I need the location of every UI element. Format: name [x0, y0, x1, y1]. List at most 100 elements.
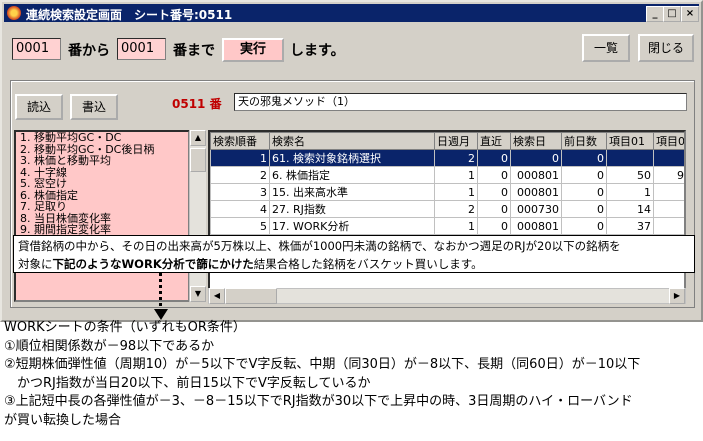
grid-cell-date[interactable]: 000730 — [510, 200, 562, 218]
method-list-item[interactable]: 3. 株価と移動平均 — [18, 155, 188, 167]
close-button[interactable]: 閉じる — [638, 34, 694, 62]
grid-cell-item2[interactable]: 50 — [653, 183, 684, 201]
grid-cell-date[interactable]: 000801 — [510, 166, 562, 184]
grid-row[interactable]: 26. 株価指定10000801050999 — [210, 166, 684, 184]
grid-column-header[interactable]: 項目01 — [606, 132, 654, 150]
grid-cell-item1[interactable] — [606, 149, 654, 167]
grid-column-header[interactable]: 検索日 — [510, 132, 562, 150]
maximize-button[interactable]: □ — [663, 6, 681, 22]
grid-cell-item1[interactable]: 37 — [606, 217, 654, 235]
grid-cell-prev[interactable]: 0 — [561, 183, 607, 201]
range-from-input[interactable]: 0001 — [12, 38, 61, 60]
method-list-item[interactable]: 7. 足取り — [18, 201, 188, 213]
grid-cell-recent[interactable]: 0 — [477, 166, 511, 184]
note-line: が買い転換した場合 — [4, 412, 122, 428]
grid-cell-date[interactable]: 000801 — [510, 183, 562, 201]
scroll-down-icon[interactable]: ▼ — [190, 286, 206, 302]
callout-line-2: 対象に下記のようなWORK分析で篩にかけた結果合格した銘柄をバスケット買いします… — [18, 255, 690, 273]
grid-cell-period[interactable]: 2 — [434, 200, 478, 218]
grid-cell-order[interactable]: 1 — [210, 149, 270, 167]
grid-cell-name[interactable]: 15. 出来高水準 — [269, 183, 435, 201]
range-to-input[interactable]: 0001 — [117, 38, 166, 60]
note-line: かつRJ指数が当日20以下、前日15以下でV字反転しているか — [4, 375, 371, 391]
grid-row[interactable]: 517. WORK分析1000080103739 — [210, 217, 684, 235]
grid-cell-date[interactable]: 000801 — [510, 217, 562, 235]
callout-line-1: 貸借銘柄の中から、その日の出来高が5万株以上、株価が1000円未満の銘柄で、なお… — [18, 239, 621, 253]
note-line: WORKシートの条件（いずれもOR条件） — [4, 320, 246, 335]
grid-cell-period[interactable]: 1 — [434, 166, 478, 184]
grid-cell-recent[interactable]: 0 — [477, 149, 511, 167]
scroll-right-icon[interactable]: ▶ — [669, 288, 685, 304]
grid-cell-recent[interactable]: 0 — [477, 200, 511, 218]
grid-column-header[interactable]: 直近 — [477, 132, 511, 150]
grid-cell-prev[interactable]: 0 — [561, 166, 607, 184]
window-title: 連続検索設定画面 シート番号:0511 — [26, 8, 233, 22]
grid-row[interactable]: 315. 出来高水準1000080101509 — [210, 183, 684, 201]
grid-cell-prev[interactable]: 0 — [561, 217, 607, 235]
grid-cell-prev[interactable]: 0 — [561, 149, 607, 167]
minimize-button[interactable]: _ — [646, 6, 664, 22]
grid-cell-item1[interactable]: 1 — [606, 183, 654, 201]
note-line: ②短期株価弾性値（周期10）が－5以下でV字反転、中期（同30日）が－8以下、長… — [4, 357, 641, 372]
sheet-name-input[interactable]: 天の邪鬼メソッド（1） — [234, 93, 687, 111]
grid-cell-order[interactable]: 3 — [210, 183, 270, 201]
search-method-list[interactable]: 1. 移動平均GC・DC 2. 移動平均GC・DC後日柄 3. 株価と移動平均 4. … — [14, 130, 190, 302]
grid-cell-recent[interactable]: 0 — [477, 183, 511, 201]
sheet-number-label: 0511 番 — [172, 97, 222, 111]
run-button[interactable]: 実行 — [222, 38, 284, 62]
grid-cell-period[interactable]: 1 — [434, 217, 478, 235]
grid-cell-item1[interactable]: 50 — [606, 166, 654, 184]
grid-row[interactable]: 427. RJ指数200007300149 — [210, 200, 684, 218]
callout-arrow — [159, 272, 162, 314]
grid-column-header[interactable]: 前日数 — [561, 132, 607, 150]
grid-cell-order[interactable]: 2 — [210, 166, 270, 184]
grid-cell-period[interactable]: 2 — [434, 149, 478, 167]
list-button[interactable]: 一覧 — [582, 34, 630, 62]
grid-cell-item2[interactable]: 9 — [653, 200, 684, 218]
method-list-item[interactable]: 5. 窓空け — [18, 178, 188, 190]
grid-cell-item2[interactable]: 39 — [653, 217, 684, 235]
note-line: ①順位相関係数が－98以下であるか — [4, 338, 215, 354]
grid-cell-name[interactable]: 61. 検索対象銘柄選択 — [269, 149, 435, 167]
scroll-up-icon[interactable]: ▲ — [190, 130, 206, 146]
range-tail-label: します。 — [290, 43, 345, 59]
range-to-label: 番まで — [173, 43, 215, 59]
callout-line-2-pre: 対象に — [18, 257, 53, 271]
method-list-item[interactable]: 1. 移動平均GC・DC — [18, 132, 188, 144]
grid-hscrollbar[interactable]: ◀ ▶ — [208, 288, 686, 304]
grid-cell-recent[interactable]: 0 — [477, 217, 511, 235]
note-line: ③上記短中長の各弾性値が－3、－8－15以下でRJ指数が30以下で上昇中の時、3… — [4, 394, 633, 409]
explanation-callout: 貸借銘柄の中から、その日の出来高が5万株以上、株価が1000円未満の銘柄で、なお… — [13, 235, 695, 273]
app-icon — [7, 6, 21, 20]
hscroll-thumb[interactable] — [225, 288, 277, 304]
scroll-left-icon[interactable]: ◀ — [209, 288, 225, 304]
write-button[interactable]: 書込 — [70, 94, 118, 120]
callout-line-2-post: 結果合格した銘柄をバスケット買いします。 — [253, 257, 483, 271]
method-list-scrollbar[interactable]: ▲ ▼ — [189, 130, 206, 302]
grid-cell-period[interactable]: 1 — [434, 183, 478, 201]
grid-column-header[interactable]: 日週月 — [434, 132, 478, 150]
grid-column-header[interactable]: 検索名 — [269, 132, 435, 150]
grid-cell-order[interactable]: 5 — [210, 217, 270, 235]
grid-cell-item2[interactable]: 999 — [653, 166, 684, 184]
grid-cell-name[interactable]: 6. 株価指定 — [269, 166, 435, 184]
grid-cell-name[interactable]: 27. RJ指数 — [269, 200, 435, 218]
grid-cell-order[interactable]: 4 — [210, 200, 270, 218]
range-from-label: 番から — [68, 43, 110, 59]
grid-cell-item1[interactable]: 14 — [606, 200, 654, 218]
title-bar: 連続検索設定画面 シート番号:0511 _ □ × — [4, 4, 699, 22]
work-conditions-notes: WORKシートの条件（いずれもOR条件） ①順位相関係数が－98以下であるか ②短期… — [0, 318, 703, 441]
read-button[interactable]: 読込 — [15, 94, 63, 120]
close-window-button[interactable]: × — [681, 6, 699, 22]
method-list-item[interactable]: 9. 期間指定変化率 — [18, 224, 188, 236]
grid-column-header[interactable]: 検索順番 — [210, 132, 270, 150]
grid-cell-name[interactable]: 17. WORK分析 — [269, 217, 435, 235]
grid-column-header[interactable]: 項目02 — [653, 132, 684, 150]
grid-cell-item2[interactable] — [653, 149, 684, 167]
grid-row[interactable]: 1 61. 検索対象銘柄選択 2 0 0 0 — [210, 149, 684, 167]
scroll-thumb[interactable] — [190, 148, 206, 172]
callout-line-2-bold: 下記のようなWORK分析で篩にかけた — [52, 257, 254, 271]
search-settings-window: 連続検索設定画面 シート番号:0511 _ □ × 0001 番から 0001 … — [0, 0, 703, 322]
grid-cell-date[interactable]: 0 — [510, 149, 562, 167]
grid-cell-prev[interactable]: 0 — [561, 200, 607, 218]
